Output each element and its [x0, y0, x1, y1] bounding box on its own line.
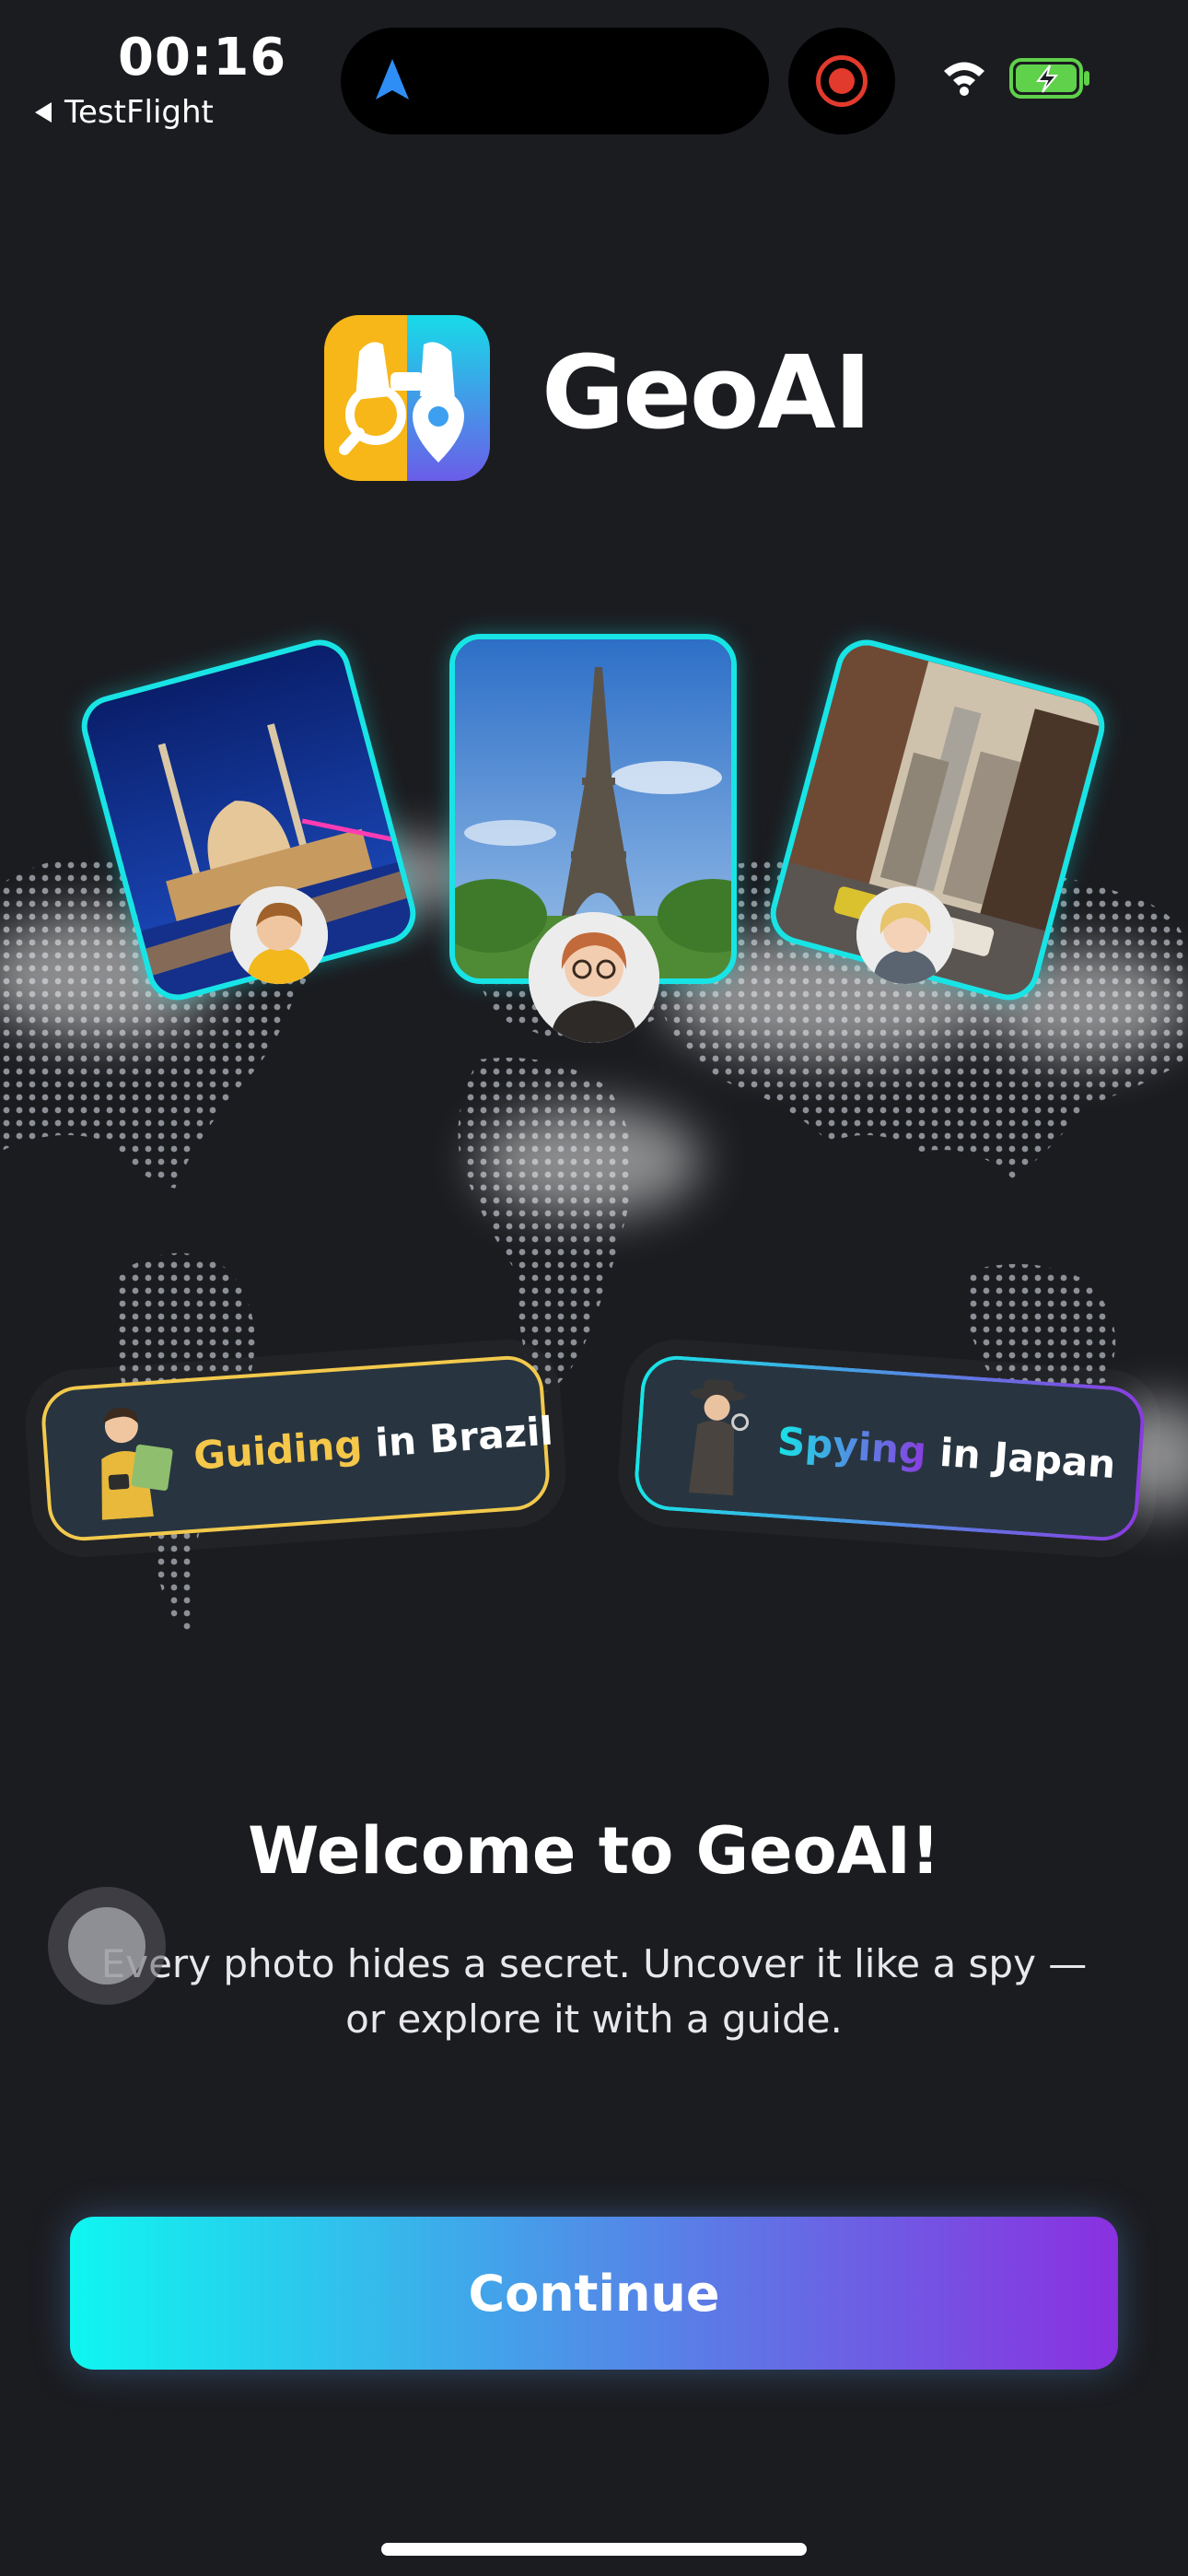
binoculars-pin-icon: [324, 315, 490, 481]
persona-location-japan: in Japan: [925, 1428, 1118, 1487]
wifi-icon: [944, 62, 984, 96]
welcome-title: Welcome to GeoAI!: [248, 1813, 940, 1889]
navigation-arrow-icon: [376, 59, 409, 100]
home-indicator[interactable]: [381, 2543, 807, 2556]
guide-character-icon: [101, 1408, 173, 1520]
screen-recording-icon[interactable]: [788, 28, 895, 135]
continue-button[interactable]: Continue: [70, 2217, 1118, 2370]
spy-character-icon: [689, 1379, 750, 1496]
persona-keyword-spying: Spying: [775, 1418, 928, 1474]
persona-keyword-guiding: Guiding: [192, 1421, 364, 1479]
back-label: TestFlight: [64, 94, 214, 131]
avatar-boy: [230, 886, 328, 984]
back-arrow-icon: [35, 102, 52, 123]
back-to-testflight-button[interactable]: TestFlight: [35, 94, 214, 131]
app-title: GeoAI: [542, 334, 872, 451]
avatar-blonde-girl: [856, 886, 954, 984]
avatar-girl-glasses: [529, 912, 659, 1043]
battery-charging-icon: [1009, 58, 1089, 99]
welcome-subtitle: Every photo hides a secret. Uncover it l…: [100, 1941, 1088, 2042]
assistive-touch-button[interactable]: [48, 1887, 166, 2005]
status-time: 00:16: [118, 28, 287, 88]
persona-location-brazil: in Brazil: [360, 1408, 555, 1467]
app-logo: [324, 315, 490, 481]
dynamic-island: [341, 28, 769, 135]
